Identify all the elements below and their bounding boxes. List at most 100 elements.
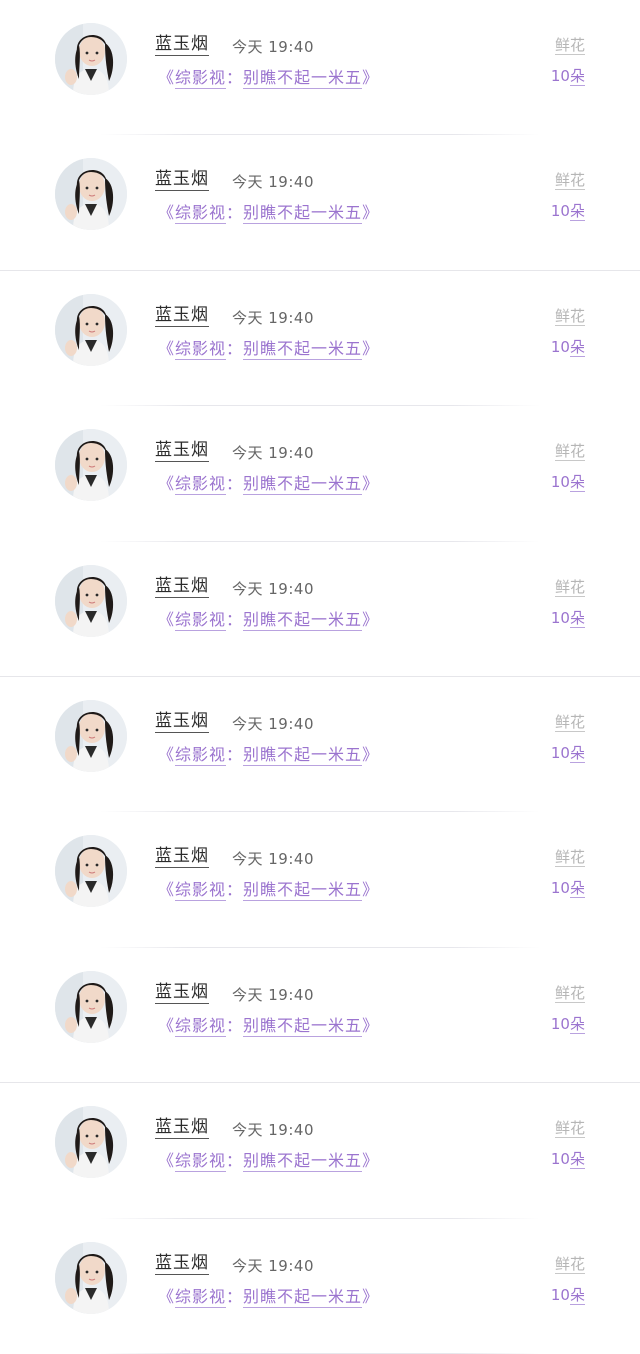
feed-item[interactable]: 蓝玉烟 今天 19:40 《综影视：别瞧不起一米五》 鲜花 10朵 [0, 677, 640, 813]
flowers-unit: 朵 [569, 202, 585, 222]
post-time: 今天 19:40 [232, 985, 314, 1004]
title-category[interactable]: 综影视 [175, 68, 227, 89]
title-category[interactable]: 综影视 [175, 338, 227, 360]
book-title[interactable]: 《综影视：别瞧不起一米五》 [158, 1283, 379, 1308]
user-name[interactable]: 蓝玉烟 [155, 711, 209, 733]
title-separator: ： [226, 744, 244, 764]
flowers-unit: 朵 [569, 743, 585, 763]
user-avatar[interactable] [55, 293, 127, 366]
flowers-count: 10朵 [551, 65, 585, 86]
avatar-icon [55, 970, 127, 1043]
avatar-icon [55, 1241, 127, 1314]
feed-item[interactable]: 蓝玉烟 今天 19:40 《综影视：别瞧不起一米五》 鲜花 10朵 [0, 812, 640, 948]
title-separator: ： [226, 68, 244, 87]
title-category[interactable]: 综影视 [175, 609, 227, 631]
user-avatar[interactable] [55, 699, 127, 772]
flowers-unit: 朵 [569, 337, 585, 357]
user-name[interactable]: 蓝玉烟 [155, 846, 209, 869]
flowers-unit: 朵 [569, 1150, 585, 1170]
user-avatar[interactable] [55, 158, 127, 231]
user-avatar[interactable] [55, 429, 127, 502]
title-name[interactable]: 别瞧不起一米五 [243, 609, 363, 631]
feed-item[interactable]: 蓝玉烟 今天 19:40 《综影视：别瞧不起一米五》 鲜花 10朵 [0, 271, 640, 407]
book-title[interactable]: 《综影视：别瞧不起一米五》 [158, 876, 380, 902]
post-time: 今天 19:40 [232, 444, 314, 463]
title-open-bracket: 《 [158, 1286, 176, 1306]
title-category[interactable]: 综影视 [175, 880, 227, 902]
title-name[interactable]: 别瞧不起一米五 [243, 474, 363, 496]
user-avatar[interactable] [55, 1106, 127, 1179]
book-title[interactable]: 《综影视：别瞧不起一米五》 [158, 64, 380, 89]
title-category[interactable]: 综影视 [175, 1015, 227, 1037]
title-name[interactable]: 别瞧不起一米五 [243, 880, 363, 902]
user-name[interactable]: 蓝玉烟 [155, 34, 209, 56]
book-title[interactable]: 《综影视：别瞧不起一米五》 [158, 1147, 379, 1173]
title-category[interactable]: 综影视 [175, 1151, 227, 1173]
flowers-number: 10 [550, 1285, 570, 1304]
title-separator: ： [226, 1151, 244, 1171]
feed-item[interactable]: 蓝玉烟 今天 19:40 《综影视：别瞧不起一米五》 鲜花 10朵 [0, 542, 640, 677]
user-name[interactable]: 蓝玉烟 [155, 982, 209, 1004]
feed-item[interactable]: 蓝玉烟 今天 19:40 《综影视：别瞧不起一米五》 鲜花 10朵 [0, 1219, 640, 1354]
user-avatar[interactable] [55, 564, 127, 637]
flowers-label: 鲜花 [554, 848, 585, 868]
user-name[interactable]: 蓝玉烟 [155, 1117, 209, 1140]
title-category[interactable]: 综影视 [175, 1286, 227, 1308]
avatar-icon [55, 1106, 127, 1179]
book-title[interactable]: 《综影视：别瞧不起一米五》 [158, 470, 379, 496]
flowers-unit: 朵 [569, 608, 585, 628]
flowers-count: 10朵 [551, 742, 585, 763]
flowers-label: 鲜花 [554, 171, 585, 191]
book-title[interactable]: 《综影视：别瞧不起一米五》 [158, 1012, 379, 1037]
user-avatar[interactable] [55, 970, 127, 1043]
avatar-icon [55, 835, 127, 908]
title-name[interactable]: 别瞧不起一米五 [243, 744, 363, 766]
title-name[interactable]: 别瞧不起一米五 [243, 203, 363, 225]
title-name[interactable]: 别瞧不起一米五 [243, 1151, 363, 1173]
title-open-bracket: 《 [158, 1151, 176, 1171]
flowers-label: 鲜花 [554, 1119, 585, 1139]
flowers-count: 10朵 [551, 1013, 585, 1034]
title-close-bracket: 》 [362, 68, 380, 87]
title-name[interactable]: 别瞧不起一米五 [243, 338, 363, 360]
user-name[interactable]: 蓝玉烟 [155, 1253, 209, 1275]
book-title[interactable]: 《综影视：别瞧不起一米五》 [158, 335, 379, 360]
title-category[interactable]: 综影视 [175, 474, 227, 496]
user-avatar[interactable] [55, 1241, 127, 1314]
flowers-number: 10 [550, 1150, 570, 1169]
title-name[interactable]: 别瞧不起一米五 [243, 68, 363, 89]
feed-item[interactable]: 蓝玉烟 今天 19:40 《综影视：别瞧不起一米五》 鲜花 10朵 [0, 0, 640, 136]
user-avatar[interactable] [55, 23, 127, 95]
feed-item[interactable]: 蓝玉烟 今天 19:40 《综影视：别瞧不起一米五》 鲜花 10朵 [0, 135, 640, 271]
user-avatar[interactable] [55, 835, 127, 908]
title-open-bracket: 《 [158, 203, 176, 223]
title-separator: ： [226, 1286, 244, 1306]
feed-item[interactable]: 蓝玉烟 今天 19:40 《综影视：别瞧不起一米五》 鲜花 10朵 [0, 406, 640, 542]
flowers-label: 鲜花 [554, 577, 585, 597]
title-category[interactable]: 综影视 [175, 203, 227, 225]
user-name[interactable]: 蓝玉烟 [155, 576, 209, 598]
user-name[interactable]: 蓝玉烟 [155, 305, 209, 327]
title-close-bracket: 》 [362, 880, 380, 900]
title-close-bracket: 》 [362, 744, 380, 764]
avatar-icon [55, 429, 127, 502]
flowers-unit: 朵 [569, 473, 585, 493]
feed-item[interactable]: 蓝玉烟 今天 19:40 《综影视：别瞧不起一米五》 鲜花 10朵 [0, 1083, 640, 1219]
book-title[interactable]: 《综影视：别瞧不起一米五》 [158, 199, 379, 225]
book-title[interactable]: 《综影视：别瞧不起一米五》 [158, 741, 380, 766]
post-time: 今天 19:40 [232, 714, 314, 733]
book-title[interactable]: 《综影视：别瞧不起一米五》 [158, 606, 379, 631]
flowers-unit: 朵 [569, 879, 585, 899]
title-open-bracket: 《 [158, 880, 176, 900]
title-open-bracket: 《 [158, 474, 176, 494]
flowers-count: 10朵 [551, 471, 585, 493]
user-name[interactable]: 蓝玉烟 [155, 440, 209, 463]
flowers-number: 10 [550, 879, 570, 898]
title-name[interactable]: 别瞧不起一米五 [243, 1286, 363, 1308]
title-name[interactable]: 别瞧不起一米五 [243, 1015, 363, 1037]
feed-item[interactable]: 蓝玉烟 今天 19:40 《综影视：别瞧不起一米五》 鲜花 10朵 [0, 948, 640, 1084]
title-category[interactable]: 综影视 [175, 744, 227, 766]
user-name[interactable]: 蓝玉烟 [155, 169, 209, 192]
flowers-count: 10朵 [551, 200, 585, 222]
flowers-label: 鲜花 [554, 983, 585, 1003]
